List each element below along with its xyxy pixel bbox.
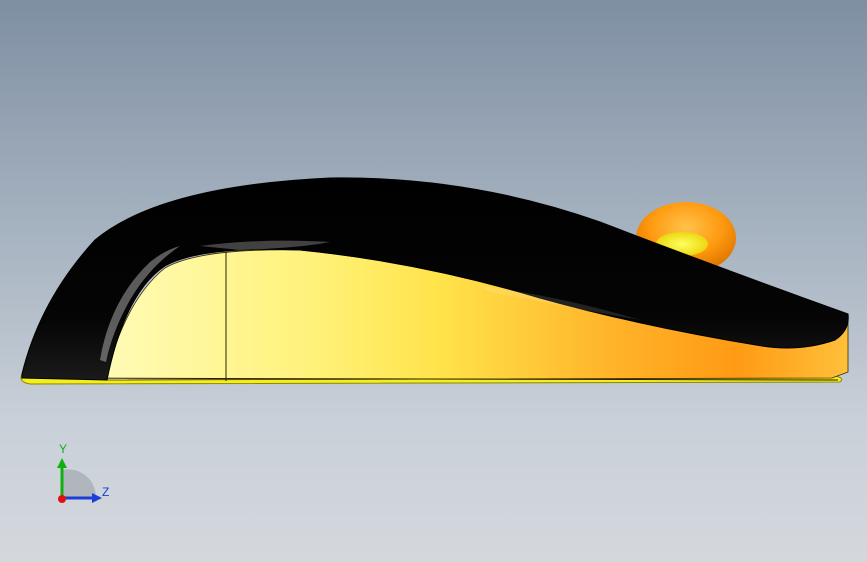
coordinate-triad: Y Z	[40, 440, 130, 520]
triad-graphic	[57, 458, 102, 503]
model-view[interactable]	[0, 0, 867, 562]
z-axis-label: Z	[102, 485, 110, 499]
y-axis-label: Y	[59, 442, 68, 456]
x-axis-origin-icon	[58, 495, 66, 503]
z-axis-arrowhead	[92, 493, 102, 503]
graphics-viewport[interactable]: Y Z	[0, 0, 867, 562]
triad-plane-icon	[62, 469, 97, 498]
y-axis-arrowhead	[57, 458, 67, 468]
